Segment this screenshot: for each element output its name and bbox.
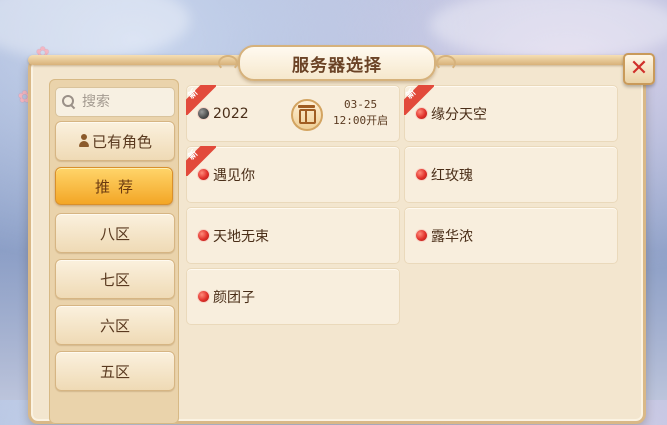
new-badge: 新	[186, 146, 216, 176]
sidebar-item-zone-8[interactable]: 八区	[55, 213, 175, 253]
server-entry[interactable]: 新 缘分天空	[404, 85, 618, 142]
sidebar-item-label: 推荐	[94, 177, 141, 196]
server-name: 遇见你	[213, 167, 255, 184]
sidebar-item-zone-5[interactable]: 五区	[55, 351, 175, 391]
server-entry[interactable]: 露华浓	[404, 207, 618, 264]
server-name: 缘分天空	[431, 106, 487, 123]
status-dot-icon	[416, 230, 427, 241]
server-name: 红玫瑰	[431, 167, 473, 184]
sidebar-item-zone-7[interactable]: 七区	[55, 259, 175, 299]
server-name: 天地无束	[213, 228, 269, 245]
dialog-title-plaque: 服务器选择	[218, 45, 456, 81]
server-list: 新 2022 03-25 12:00开启 新 缘分天空 新 遇见你 红玫瑰 天地…	[186, 85, 626, 425]
search-input[interactable]	[80, 93, 174, 111]
ornament-icon	[218, 55, 238, 71]
close-icon: ✕	[629, 56, 649, 81]
server-select-dialog: 服务器选择 ✕ 已有角色 推荐 八区 七区 六区 五区	[28, 45, 655, 425]
person-icon	[78, 134, 90, 148]
opening-clock: 12:00开启	[333, 114, 389, 127]
sidebar-item-existing-roles[interactable]: 已有角色	[55, 121, 175, 161]
server-entry-2022[interactable]: 新 2022 03-25 12:00开启	[186, 85, 400, 142]
server-entry[interactable]: 颜团子	[186, 268, 400, 325]
dialog-title: 服务器选择	[292, 55, 382, 76]
search-icon	[62, 95, 76, 109]
gift-icon[interactable]	[291, 99, 323, 131]
status-dot-icon	[198, 291, 209, 302]
sidebar-item-label: 五区	[99, 362, 130, 381]
close-button[interactable]: ✕	[623, 53, 655, 85]
sidebar-item-recommended[interactable]: 推荐	[55, 167, 173, 205]
new-badge: 新	[186, 85, 216, 115]
sidebar-item-label: 八区	[99, 224, 130, 243]
opening-time: 03-25 12:00开启	[333, 97, 388, 129]
ornament-icon	[436, 55, 456, 71]
sidebar-item-zone-6[interactable]: 六区	[55, 305, 175, 345]
sidebar-item-label: 七区	[99, 270, 130, 289]
server-name: 露华浓	[431, 228, 473, 245]
background-cloud	[0, 0, 190, 60]
opening-date: 03-25	[344, 98, 378, 111]
region-sidebar: 已有角色 推荐 八区 七区 六区 五区	[49, 79, 179, 424]
server-name: 颜团子	[213, 289, 255, 306]
sidebar-item-label: 六区	[99, 316, 130, 335]
server-entry[interactable]: 天地无束	[186, 207, 400, 264]
server-entry[interactable]: 新 遇见你	[186, 146, 400, 203]
server-entry[interactable]: 红玫瑰	[404, 146, 618, 203]
new-badge: 新	[404, 85, 434, 115]
status-dot-icon	[198, 230, 209, 241]
background-cloud	[430, 0, 667, 60]
search-box[interactable]	[55, 87, 175, 117]
sidebar-item-label: 已有角色	[91, 132, 152, 151]
status-dot-icon	[416, 169, 427, 180]
server-name: 2022	[213, 105, 249, 122]
